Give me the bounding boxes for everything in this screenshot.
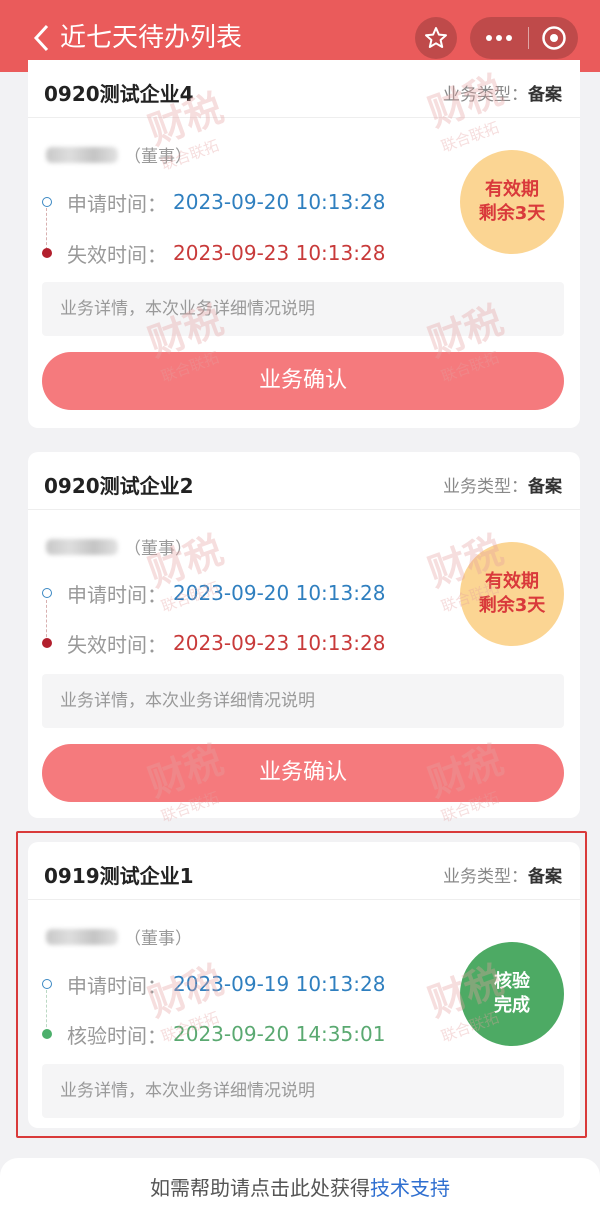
apply-time-value: 2023-09-20 10:13:28 bbox=[173, 190, 386, 214]
verified-badge: 核验 完成 bbox=[460, 942, 564, 1046]
company-name: 0920测试企业4 bbox=[44, 82, 194, 106]
help-text: 如需帮助请点击此处获得 bbox=[150, 1176, 370, 1200]
apply-time-label: 申请时间： bbox=[67, 191, 167, 216]
apply-time-value: 2023-09-19 10:13:28 bbox=[173, 972, 386, 996]
business-confirm-button[interactable]: 业务确认 bbox=[42, 352, 564, 410]
apply-time-row: 申请时间： 2023-09-20 10:13:28 bbox=[42, 578, 385, 608]
more-dots-icon bbox=[486, 35, 512, 41]
more-button[interactable] bbox=[470, 17, 528, 59]
badge-line2: 完成 bbox=[494, 995, 530, 1016]
role-text: （董事） bbox=[124, 929, 192, 949]
badge-line2: 剩余3天 bbox=[478, 203, 546, 224]
timeline-dot bbox=[42, 588, 52, 598]
back-button[interactable] bbox=[24, 18, 60, 58]
apply-time-label: 申请时间： bbox=[67, 973, 167, 998]
business-type-label: 业务类型： bbox=[443, 477, 528, 497]
business-type-label: 业务类型： bbox=[443, 85, 528, 105]
tech-support-link[interactable]: 技术支持 bbox=[370, 1176, 450, 1200]
business-detail: 业务详情，本次业务详细情况说明 bbox=[42, 674, 564, 728]
blurred-name bbox=[46, 928, 118, 945]
card-header: 0920测试企业2 业务类型：备案 bbox=[28, 452, 580, 510]
badge-line1: 核验 bbox=[494, 971, 530, 992]
star-icon bbox=[425, 27, 447, 48]
blurred-name bbox=[46, 146, 118, 163]
timeline-dot bbox=[42, 197, 52, 207]
card-header: 0920测试企业4 业务类型：备案 bbox=[28, 60, 580, 118]
business-type-value: 备案 bbox=[528, 867, 562, 887]
business-type: 业务类型：备案 bbox=[443, 80, 562, 105]
badge-line2: 剩余3天 bbox=[478, 595, 546, 616]
apply-time-row: 申请时间： 2023-09-19 10:13:28 bbox=[42, 969, 385, 999]
page-title: 近七天待办列表 bbox=[60, 23, 243, 53]
favorite-button[interactable] bbox=[415, 17, 457, 59]
person-role: （董事） bbox=[46, 142, 192, 167]
verify-time-row: 核验时间： 2023-09-20 14:35:01 bbox=[42, 1019, 385, 1049]
business-type-value: 备案 bbox=[528, 477, 562, 497]
business-detail: 业务详情，本次业务详细情况说明 bbox=[42, 1064, 564, 1118]
card-header: 0919测试企业1 业务类型：备案 bbox=[28, 842, 580, 900]
company-name: 0920测试企业2 bbox=[44, 474, 194, 498]
business-type: 业务类型：备案 bbox=[443, 862, 562, 887]
expire-time-value: 2023-09-23 10:13:28 bbox=[173, 631, 386, 655]
expire-time-row: 失效时间： 2023-09-23 10:13:28 bbox=[42, 238, 385, 268]
timeline-dot bbox=[42, 248, 52, 258]
badge-line1: 有效期 bbox=[485, 179, 539, 200]
verify-time-value: 2023-09-20 14:35:01 bbox=[173, 1022, 386, 1046]
expire-time-label: 失效时间： bbox=[67, 632, 167, 657]
badge-line1: 有效期 bbox=[485, 571, 539, 592]
company-name: 0919测试企业1 bbox=[44, 864, 194, 888]
todo-card: 0920测试企业4 业务类型：备案 （董事） 申请时间： 2023-09-20 … bbox=[28, 60, 580, 428]
business-type: 业务类型：备案 bbox=[443, 472, 562, 497]
business-type-label: 业务类型： bbox=[443, 867, 528, 887]
validity-badge: 有效期 剩余3天 bbox=[460, 150, 564, 254]
mini-program-capsule bbox=[470, 17, 578, 59]
todo-card: 0920测试企业2 业务类型：备案 （董事） 申请时间： 2023-09-20 … bbox=[28, 452, 580, 818]
apply-time-value: 2023-09-20 10:13:28 bbox=[173, 581, 386, 605]
apply-time-row: 申请时间： 2023-09-20 10:13:28 bbox=[42, 187, 385, 217]
business-confirm-button[interactable]: 业务确认 bbox=[42, 744, 564, 802]
blurred-name bbox=[46, 538, 118, 555]
expire-time-value: 2023-09-23 10:13:28 bbox=[173, 241, 386, 265]
business-type-value: 备案 bbox=[528, 85, 562, 105]
timeline-dot bbox=[42, 638, 52, 648]
timeline-dot bbox=[42, 1029, 52, 1039]
role-text: （董事） bbox=[124, 147, 192, 167]
target-close-icon bbox=[541, 26, 566, 50]
expire-time-row: 失效时间： 2023-09-23 10:13:28 bbox=[42, 628, 385, 658]
chevron-left-icon bbox=[33, 24, 49, 52]
validity-badge: 有效期 剩余3天 bbox=[460, 542, 564, 646]
close-button[interactable] bbox=[529, 17, 578, 59]
person-role: （董事） bbox=[46, 534, 192, 559]
expire-time-label: 失效时间： bbox=[67, 242, 167, 267]
role-text: （董事） bbox=[124, 539, 192, 559]
timeline-dot bbox=[42, 979, 52, 989]
todo-card: 0919测试企业1 业务类型：备案 （董事） 申请时间： 2023-09-19 … bbox=[28, 842, 580, 1128]
person-role: （董事） bbox=[46, 924, 192, 949]
business-detail: 业务详情，本次业务详细情况说明 bbox=[42, 282, 564, 336]
help-footer: 如需帮助请点击此处获得技术支持 bbox=[0, 1158, 600, 1209]
verify-time-label: 核验时间： bbox=[67, 1023, 167, 1048]
apply-time-label: 申请时间： bbox=[67, 582, 167, 607]
